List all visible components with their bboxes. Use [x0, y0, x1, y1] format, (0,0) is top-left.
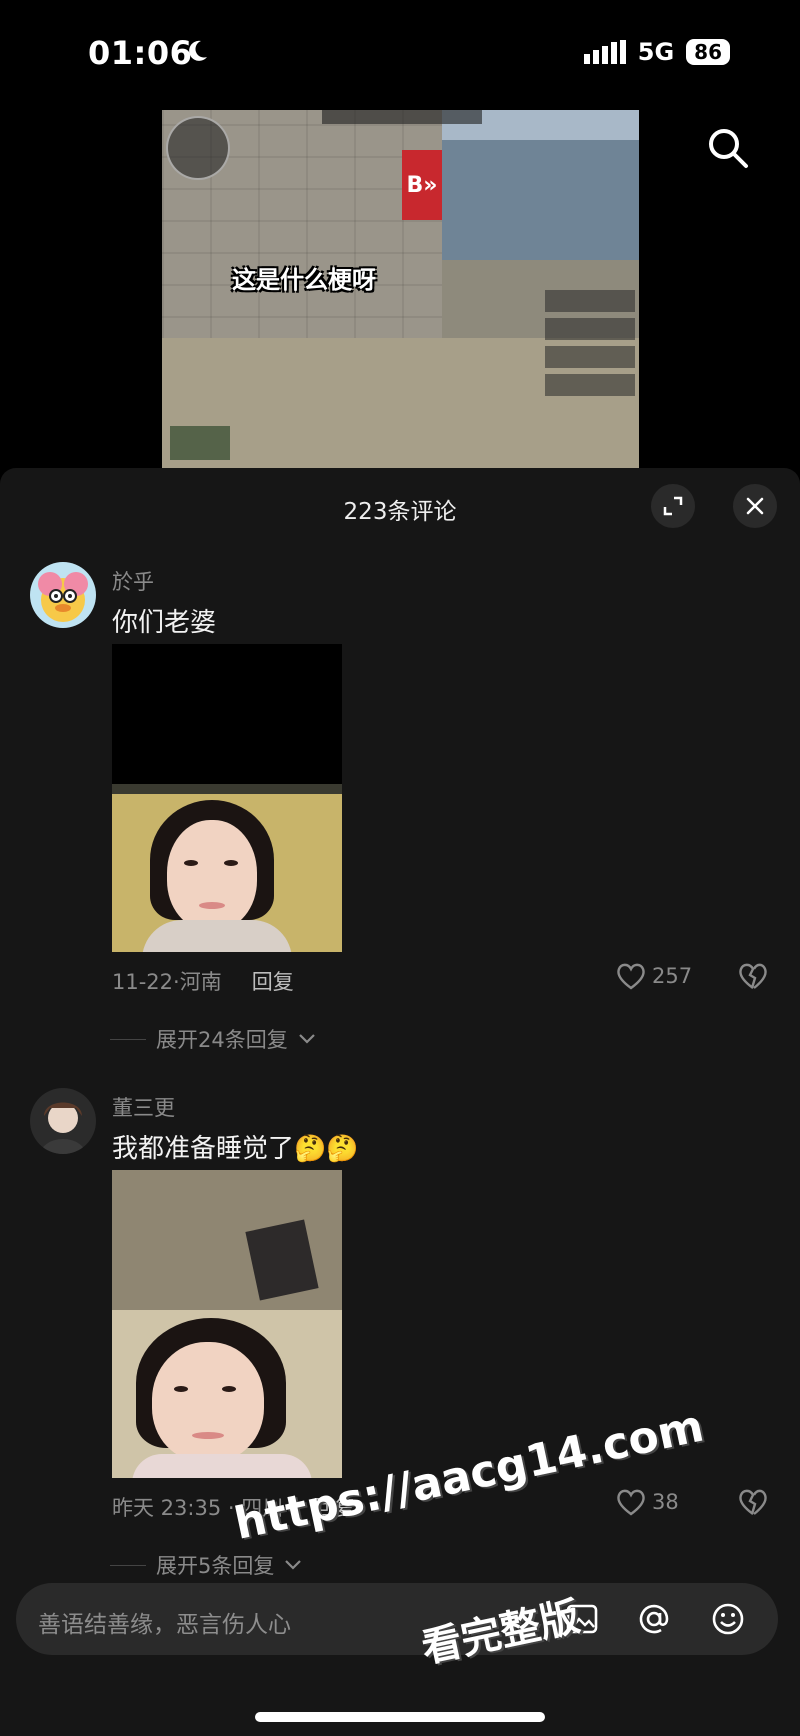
- video-caption: 这是什么梗呀: [232, 266, 376, 294]
- game-health-hud: [170, 426, 230, 460]
- comment-image[interactable]: [112, 644, 342, 952]
- battery-level: 86: [686, 39, 730, 65]
- close-icon: [746, 497, 764, 515]
- photo-clothes: [142, 920, 292, 952]
- dislike-button[interactable]: [738, 962, 768, 994]
- expand-sheet-button[interactable]: [651, 484, 695, 528]
- status-time: 01:06: [88, 34, 193, 72]
- home-indicator[interactable]: [255, 1712, 545, 1722]
- status-indicators: 5G 86: [583, 38, 730, 66]
- comment-text: 我都准备睡觉了🤔🤔: [112, 1134, 359, 1164]
- photo-lips: [199, 902, 225, 909]
- photo-eye: [224, 860, 238, 866]
- comment-input-bar[interactable]: 善语结善缘，恶言伤人心: [16, 1583, 778, 1655]
- comment-date-location: 11-22·河南: [112, 970, 222, 994]
- photo-face: [167, 820, 257, 930]
- heart-icon: [617, 1489, 645, 1516]
- expand-replies-label: 展开5条回复: [156, 1554, 275, 1578]
- chevron-down-icon: [285, 1560, 302, 1570]
- cartoon-duck-avatar: [38, 572, 88, 622]
- heart-icon: [617, 963, 645, 990]
- comment-username[interactable]: 於乎: [112, 566, 154, 596]
- avatar[interactable]: [30, 562, 96, 628]
- video-building: [439, 140, 639, 260]
- user-avatar-illustration: [40, 1102, 86, 1154]
- comment-username[interactable]: 董三更: [112, 1092, 175, 1122]
- comment-meta: 11-22·河南 回复: [112, 966, 294, 996]
- expand-icon: [663, 496, 683, 516]
- emoji-icon: [712, 1603, 744, 1635]
- chevron-down-icon: [298, 1034, 315, 1044]
- reply-button[interactable]: 回复: [252, 966, 294, 996]
- photo-eye: [184, 860, 198, 866]
- photo-clothes: [132, 1454, 312, 1478]
- photo-eye: [174, 1386, 188, 1392]
- broken-heart-icon: [739, 963, 767, 989]
- comment-input-placeholder[interactable]: 善语结善缘，恶言伤人心: [38, 1605, 291, 1639]
- divider: [110, 1038, 146, 1040]
- dislike-button[interactable]: [738, 1488, 768, 1520]
- status-bar: 01:06 5G 86: [0, 0, 800, 100]
- expand-replies-button[interactable]: 展开24条回复: [110, 1024, 316, 1054]
- broken-heart-icon: [739, 1489, 767, 1515]
- like-count: 38: [652, 1490, 679, 1514]
- close-sheet-button[interactable]: [733, 484, 777, 528]
- game-score-hud: [322, 110, 482, 124]
- divider: [110, 1564, 146, 1566]
- comment-image[interactable]: [112, 1170, 342, 1478]
- comment-item: 於乎 你们老婆 11-22·河南 回复 257 展开24条回复: [0, 562, 800, 1062]
- like-button[interactable]: 257: [616, 962, 692, 990]
- mention-button[interactable]: [632, 1597, 676, 1641]
- game-minimap: [166, 116, 230, 180]
- at-icon: [639, 1604, 669, 1634]
- video-player[interactable]: B» 这是什么梗呀: [162, 110, 639, 468]
- expand-replies-button[interactable]: 展开5条回复: [110, 1550, 302, 1580]
- video-sign: B»: [402, 150, 442, 220]
- emoji-button[interactable]: [706, 1597, 750, 1641]
- expand-replies-label: 展开24条回复: [156, 1028, 288, 1052]
- game-weapon-list: [545, 290, 635, 400]
- search-icon: [709, 129, 748, 168]
- photo-face: [152, 1342, 264, 1462]
- search-button[interactable]: [706, 126, 750, 170]
- like-button[interactable]: 38: [616, 1488, 679, 1516]
- avatar[interactable]: [30, 1088, 96, 1154]
- signal-icon: [583, 40, 626, 64]
- moon-icon: [189, 40, 207, 61]
- comments-sheet: 223条评论 於乎 你们老婆 11-22·河南 回复 257 展开24条回复 董…: [0, 468, 800, 1736]
- photo-lips: [192, 1432, 224, 1439]
- comment-text: 你们老婆: [112, 608, 217, 638]
- like-count: 257: [652, 964, 693, 988]
- photo-eye: [222, 1386, 236, 1392]
- network-type: 5G: [637, 38, 675, 66]
- photo-top-bar: [112, 784, 342, 794]
